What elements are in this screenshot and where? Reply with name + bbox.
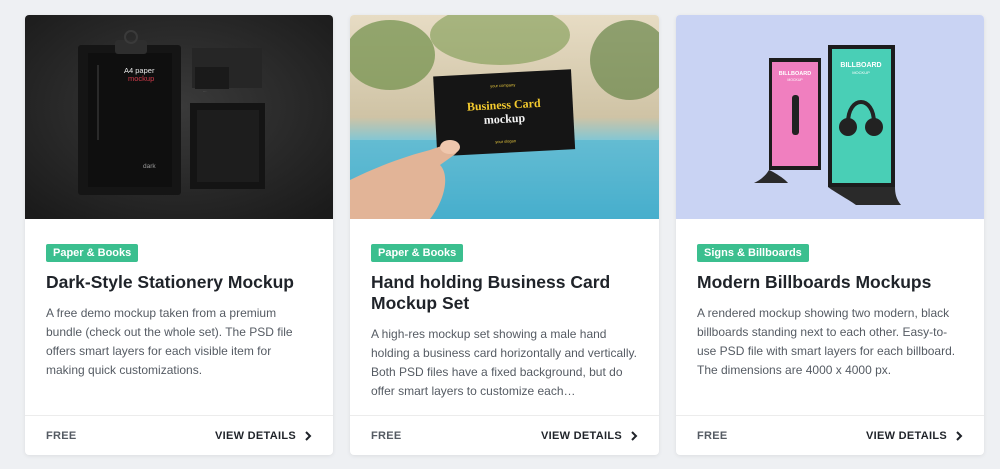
business-card-mockup-image: your company Business Card mockup your s… <box>350 15 659 219</box>
card-title[interactable]: Hand holding Business Card Mockup Set <box>371 272 638 314</box>
card-footer: FREE VIEW DETAILS <box>25 415 333 455</box>
view-details-link[interactable]: VIEW DETAILS <box>866 430 963 442</box>
svg-text:MOCKUP: MOCKUP <box>787 78 803 82</box>
chevron-right-icon <box>631 430 638 441</box>
card-thumbnail[interactable]: A4 paper mockup dark ··· <box>25 15 333 219</box>
chevron-right-icon <box>956 430 963 441</box>
svg-text:BILLBOARD: BILLBOARD <box>840 62 881 69</box>
card-description: A high-res mockup set showing a male han… <box>371 327 637 398</box>
price-label: FREE <box>46 429 77 442</box>
svg-text:MOCKUP: MOCKUP <box>852 70 870 75</box>
svg-text:···: ··· <box>203 90 207 94</box>
price-label: FREE <box>371 429 402 442</box>
svg-text:BILLBOARD: BILLBOARD <box>779 71 811 77</box>
chevron-right-icon <box>305 430 312 441</box>
billboard-mockup-image: BILLBOARD MOCKUP BILLBOARD MOCKUP <box>676 15 984 219</box>
card-title[interactable]: Dark-Style Stationery Mockup <box>46 272 312 293</box>
card-description: A rendered mockup showing two modern, bl… <box>697 306 956 377</box>
view-details-label: VIEW DETAILS <box>865 429 947 442</box>
stationery-mockup-image: A4 paper mockup dark ··· <box>25 15 333 219</box>
card-footer: FREE VIEW DETAILS <box>350 415 659 455</box>
svg-text:dark: dark <box>143 163 156 170</box>
view-details-link[interactable]: VIEW DETAILS <box>541 430 638 442</box>
card-thumbnail[interactable]: your company Business Card mockup your s… <box>350 15 659 219</box>
card-thumbnail[interactable]: BILLBOARD MOCKUP BILLBOARD MOCKUP <box>676 15 984 219</box>
card-description: A free demo mockup taken from a premium … <box>46 306 293 377</box>
category-badge[interactable]: Paper & Books <box>371 244 464 262</box>
view-details-label: VIEW DETAILS <box>540 429 622 442</box>
svg-text:mockup: mockup <box>128 74 154 83</box>
product-card[interactable]: A4 paper mockup dark ··· Paper & Books D… <box>25 15 333 455</box>
category-badge[interactable]: Signs & Billboards <box>697 244 809 262</box>
card-title[interactable]: Modern Billboards Mockups <box>697 272 963 293</box>
svg-text:mockup: mockup <box>483 111 525 127</box>
view-details-label: VIEW DETAILS <box>214 429 296 442</box>
category-badge[interactable]: Paper & Books <box>46 244 139 262</box>
product-card[interactable]: BILLBOARD MOCKUP BILLBOARD MOCKUP Signs … <box>676 15 984 455</box>
card-footer: FREE VIEW DETAILS <box>676 415 984 455</box>
view-details-link[interactable]: VIEW DETAILS <box>215 430 312 442</box>
product-card[interactable]: your company Business Card mockup your s… <box>350 15 659 455</box>
price-label: FREE <box>697 429 728 442</box>
